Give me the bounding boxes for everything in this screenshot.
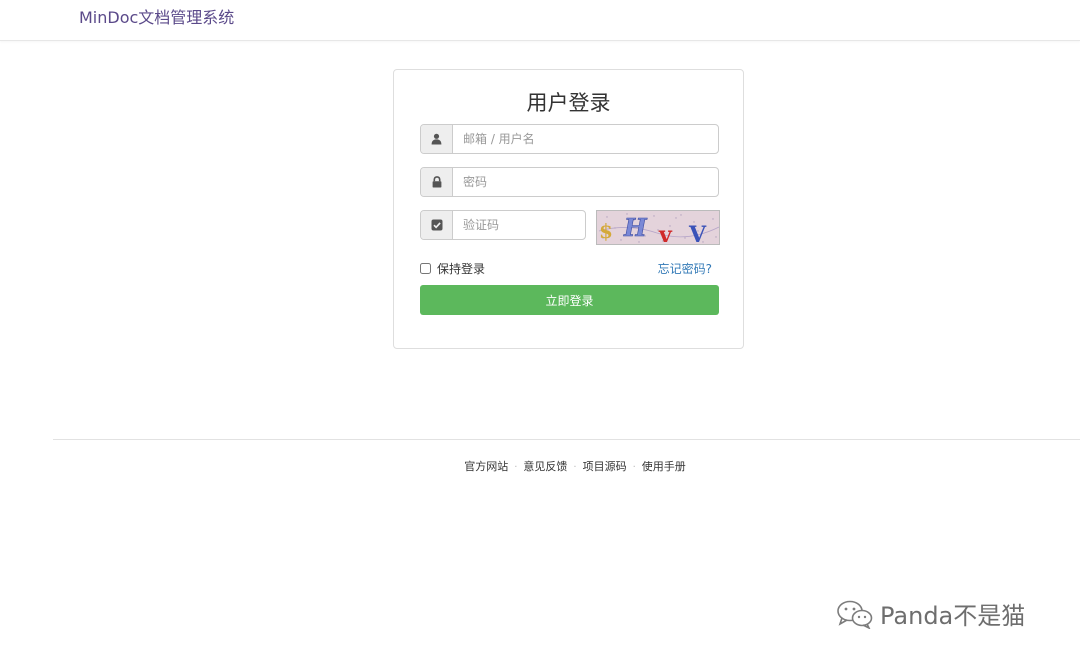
- captcha-char-1: $: [599, 219, 613, 243]
- remember-checkbox[interactable]: [420, 263, 431, 274]
- footer-link-source-code[interactable]: 项目源码: [583, 460, 627, 473]
- captcha-char-4: V: [688, 222, 707, 245]
- footer-separator: ·: [514, 462, 518, 473]
- remember-me[interactable]: 保持登录: [420, 260, 485, 277]
- footer-divider: [53, 439, 1080, 440]
- brand-link[interactable]: MinDoc文档管理系统: [79, 8, 234, 28]
- password-input-group: [420, 167, 719, 197]
- forgot-password-link[interactable]: 忘记密码?: [658, 260, 712, 277]
- footer-link-feedback[interactable]: 意见反馈: [523, 460, 567, 473]
- login-title: 用户登录: [526, 91, 611, 115]
- account-input[interactable]: [453, 125, 718, 153]
- captcha-char-2: H: [623, 213, 648, 242]
- footer-link-official-site[interactable]: 官方网站: [464, 460, 508, 473]
- remember-label: 保持登录: [437, 262, 486, 276]
- lock-icon: [421, 168, 453, 196]
- user-icon: [421, 125, 453, 153]
- footer-link-manual[interactable]: 使用手册: [642, 460, 686, 473]
- password-input[interactable]: [453, 168, 718, 196]
- watermark: Panda不是猫: [836, 596, 1025, 631]
- login-panel: 用户登录 邮箱 / 用户名 验证码 $ H v V 保持登录 忘记密码? 立即登…: [393, 69, 744, 349]
- footer-links: 官方网站 · 意见反馈 · 项目源码 · 使用手册: [0, 458, 1080, 474]
- top-navbar: MinDoc文档管理系统: [0, 0, 1080, 41]
- captcha-image[interactable]: $ H v V: [596, 210, 720, 245]
- footer-separator: ·: [573, 462, 577, 473]
- login-button[interactable]: 立即登录: [420, 285, 719, 315]
- captcha-input-group: [420, 210, 586, 240]
- wechat-icon: [837, 600, 873, 629]
- watermark-text: Panda不是猫: [880, 602, 1026, 630]
- captcha-char-3: v: [658, 222, 673, 245]
- account-input-group: [420, 124, 719, 154]
- captcha-graphic: $ H v V: [597, 211, 719, 245]
- check-square-icon: [421, 211, 453, 239]
- captcha-input[interactable]: [453, 211, 585, 239]
- footer-separator: ·: [632, 462, 636, 473]
